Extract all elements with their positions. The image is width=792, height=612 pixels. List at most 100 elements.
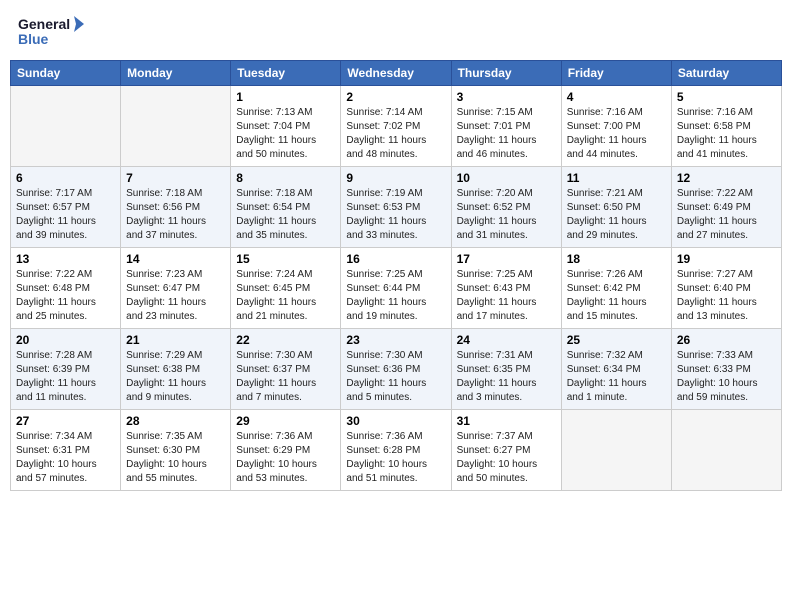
calendar-cell: 24Sunrise: 7:31 AM Sunset: 6:35 PM Dayli… (451, 329, 561, 410)
day-info: Sunrise: 7:30 AM Sunset: 6:36 PM Dayligh… (346, 349, 445, 405)
page-header: GeneralBlue (10, 10, 782, 54)
weekday-header-wednesday: Wednesday (341, 61, 451, 86)
day-number: 8 (236, 171, 335, 185)
calendar-cell (121, 86, 231, 167)
day-info: Sunrise: 7:30 AM Sunset: 6:37 PM Dayligh… (236, 349, 335, 405)
day-number: 22 (236, 333, 335, 347)
svg-text:General: General (18, 16, 70, 32)
weekday-header-saturday: Saturday (671, 61, 781, 86)
day-info: Sunrise: 7:16 AM Sunset: 6:58 PM Dayligh… (677, 106, 776, 162)
day-number: 24 (457, 333, 556, 347)
day-info: Sunrise: 7:16 AM Sunset: 7:00 PM Dayligh… (567, 106, 666, 162)
day-info: Sunrise: 7:13 AM Sunset: 7:04 PM Dayligh… (236, 106, 335, 162)
day-info: Sunrise: 7:14 AM Sunset: 7:02 PM Dayligh… (346, 106, 445, 162)
day-info: Sunrise: 7:24 AM Sunset: 6:45 PM Dayligh… (236, 268, 335, 324)
calendar-cell: 9 Sunrise: 7:19 AM Sunset: 6:53 PM Daylig… (341, 167, 451, 248)
day-number: 10 (457, 171, 556, 185)
day-number: 15 (236, 252, 335, 266)
day-number: 26 (677, 333, 776, 347)
day-number: 19 (677, 252, 776, 266)
calendar-cell: 20 Sunrise: 7:28 AM Sunset: 6:39 PM Dayli… (11, 329, 121, 410)
day-number: 9 (346, 171, 445, 185)
day-info: Sunrise: 7:36 AM Sunset: 6:29 PM Dayligh… (236, 430, 335, 486)
day-info: Sunrise: 7:37 AM Sunset: 6:27 PM Dayligh… (457, 430, 556, 486)
day-info: Sunrise: 7:21 AM Sunset: 6:50 PM Dayligh… (567, 187, 666, 243)
calendar-cell (561, 410, 671, 491)
day-number: 20 (16, 333, 115, 347)
day-info: Sunrise: 7:34 AM Sunset: 6:31 PM Dayligh… (16, 430, 115, 486)
calendar-week-3: 13Sunrise: 7:22 AM Sunset: 6:48 PM Dayli… (11, 248, 782, 329)
day-info: Sunrise: 7:32 AM Sunset: 6:34 PM Dayligh… (567, 349, 666, 405)
day-number: 29 (236, 414, 335, 428)
day-number: 31 (457, 414, 556, 428)
day-info: Sunrise: 7:25 AM Sunset: 6:43 PM Dayligh… (457, 268, 556, 324)
day-info: Sunrise: 7:22 AM Sunset: 6:49 PM Dayligh… (677, 187, 776, 243)
calendar-cell (671, 410, 781, 491)
day-info: Sunrise: 7:18 AM Sunset: 6:54 PM Dayligh… (236, 187, 335, 243)
calendar-cell: 11 Sunrise: 7:21 AM Sunset: 6:50 PM Dayli… (561, 167, 671, 248)
calendar-cell: 5 Sunrise: 7:16 AM Sunset: 6:58 PM Daylig… (671, 86, 781, 167)
calendar-cell: 23 Sunrise: 7:30 AM Sunset: 6:36 PM Dayli… (341, 329, 451, 410)
day-number: 25 (567, 333, 666, 347)
day-number: 7 (126, 171, 225, 185)
calendar-cell: 3 Sunrise: 7:15 AM Sunset: 7:01 PM Daylig… (451, 86, 561, 167)
calendar-cell: 26 Sunrise: 7:33 AM Sunset: 6:33 PM Dayli… (671, 329, 781, 410)
calendar-cell: 12 Sunrise: 7:22 AM Sunset: 6:49 PM Dayli… (671, 167, 781, 248)
calendar-week-2: 6 Sunrise: 7:17 AM Sunset: 6:57 PM Daylig… (11, 167, 782, 248)
calendar-cell: 7 Sunrise: 7:18 AM Sunset: 6:56 PM Daylig… (121, 167, 231, 248)
day-info: Sunrise: 7:15 AM Sunset: 7:01 PM Dayligh… (457, 106, 556, 162)
calendar-cell: 15 Sunrise: 7:24 AM Sunset: 6:45 PM Dayli… (231, 248, 341, 329)
calendar-cell: 18Sunrise: 7:26 AM Sunset: 6:42 PM Dayli… (561, 248, 671, 329)
day-number: 21 (126, 333, 225, 347)
day-number: 3 (457, 90, 556, 104)
day-info: Sunrise: 7:27 AM Sunset: 6:40 PM Dayligh… (677, 268, 776, 324)
calendar-cell: 29 Sunrise: 7:36 AM Sunset: 6:29 PM Dayli… (231, 410, 341, 491)
calendar-cell: 10 Sunrise: 7:20 AM Sunset: 6:52 PM Dayli… (451, 167, 561, 248)
day-info: Sunrise: 7:33 AM Sunset: 6:33 PM Dayligh… (677, 349, 776, 405)
day-info: Sunrise: 7:17 AM Sunset: 6:57 PM Dayligh… (16, 187, 115, 243)
day-info: Sunrise: 7:25 AM Sunset: 6:44 PM Dayligh… (346, 268, 445, 324)
day-number: 1 (236, 90, 335, 104)
day-info: Sunrise: 7:20 AM Sunset: 6:52 PM Dayligh… (457, 187, 556, 243)
day-number: 27 (16, 414, 115, 428)
calendar-week-5: 27 Sunrise: 7:34 AM Sunset: 6:31 PM Dayli… (11, 410, 782, 491)
day-number: 18 (567, 252, 666, 266)
day-number: 12 (677, 171, 776, 185)
calendar-cell: 22 Sunrise: 7:30 AM Sunset: 6:37 PM Dayli… (231, 329, 341, 410)
weekday-header-monday: Monday (121, 61, 231, 86)
day-info: Sunrise: 7:29 AM Sunset: 6:38 PM Dayligh… (126, 349, 225, 405)
day-number: 28 (126, 414, 225, 428)
day-number: 11 (567, 171, 666, 185)
weekday-header-tuesday: Tuesday (231, 61, 341, 86)
calendar-cell: 16 Sunrise: 7:25 AM Sunset: 6:44 PM Dayli… (341, 248, 451, 329)
calendar-cell: 27 Sunrise: 7:34 AM Sunset: 6:31 PM Dayli… (11, 410, 121, 491)
day-number: 17 (457, 252, 556, 266)
day-number: 4 (567, 90, 666, 104)
calendar-cell: 30 Sunrise: 7:36 AM Sunset: 6:28 PM Dayli… (341, 410, 451, 491)
calendar-cell: 2Sunrise: 7:14 AM Sunset: 7:02 PM Daylig… (341, 86, 451, 167)
day-number: 23 (346, 333, 445, 347)
day-info: Sunrise: 7:28 AM Sunset: 6:39 PM Dayligh… (16, 349, 115, 405)
day-info: Sunrise: 7:19 AM Sunset: 6:53 PM Dayligh… (346, 187, 445, 243)
calendar-cell: 17 Sunrise: 7:25 AM Sunset: 6:43 PM Dayli… (451, 248, 561, 329)
logo: GeneralBlue (18, 14, 88, 50)
svg-text:Blue: Blue (18, 31, 49, 47)
calendar-week-4: 20 Sunrise: 7:28 AM Sunset: 6:39 PM Dayli… (11, 329, 782, 410)
calendar-cell: 4 Sunrise: 7:16 AM Sunset: 7:00 PM Daylig… (561, 86, 671, 167)
calendar-cell: 1 Sunrise: 7:13 AM Sunset: 7:04 PM Daylig… (231, 86, 341, 167)
day-info: Sunrise: 7:22 AM Sunset: 6:48 PM Dayligh… (16, 268, 115, 324)
day-number: 5 (677, 90, 776, 104)
day-number: 30 (346, 414, 445, 428)
day-number: 6 (16, 171, 115, 185)
day-info: Sunrise: 7:18 AM Sunset: 6:56 PM Dayligh… (126, 187, 225, 243)
calendar-cell: 31 Sunrise: 7:37 AM Sunset: 6:27 PM Dayli… (451, 410, 561, 491)
calendar-cell: 21 Sunrise: 7:29 AM Sunset: 6:38 PM Dayli… (121, 329, 231, 410)
day-number: 14 (126, 252, 225, 266)
calendar-table: SundayMondayTuesdayWednesdayThursdayFrid… (10, 60, 782, 491)
calendar-cell (11, 86, 121, 167)
calendar-week-1: 1 Sunrise: 7:13 AM Sunset: 7:04 PM Daylig… (11, 86, 782, 167)
calendar-header-row: SundayMondayTuesdayWednesdayThursdayFrid… (11, 61, 782, 86)
calendar-cell: 25 Sunrise: 7:32 AM Sunset: 6:34 PM Dayli… (561, 329, 671, 410)
day-info: Sunrise: 7:36 AM Sunset: 6:28 PM Dayligh… (346, 430, 445, 486)
day-number: 16 (346, 252, 445, 266)
